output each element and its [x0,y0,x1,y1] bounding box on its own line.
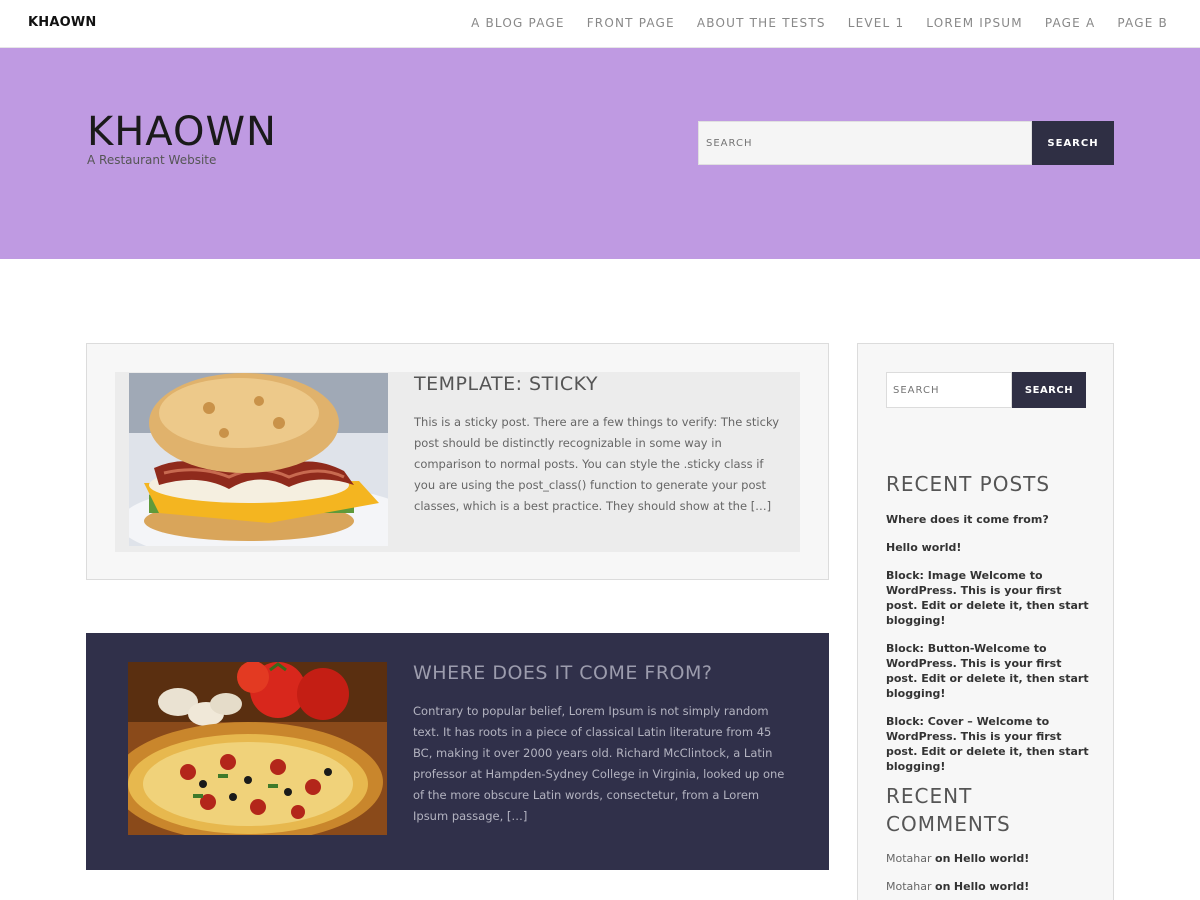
recent-post-link[interactable]: Block: Cover – Welcome to WordPress. Thi… [886,714,1096,774]
sidebar-search-form: SEARCH [886,372,1086,408]
nav-item-lorem-ipsum[interactable]: LOREM IPSUM [926,16,1023,30]
recent-post-link[interactable]: Block: Button-Welcome to WordPress. This… [886,641,1096,701]
post-card: WHERE DOES IT COME FROM? Contrary to pop… [86,633,829,870]
nav-item-a-blog-page[interactable]: A BLOG PAGE [471,16,565,30]
comment-author: Motahar [886,852,932,865]
sidebar-search-input[interactable] [886,372,1012,408]
nav-item-page-a[interactable]: PAGE A [1045,16,1096,30]
recent-comment-item: Motahar on Hello world! [886,879,1096,894]
site-description: A Restaurant Website [87,153,217,167]
site-title[interactable]: KHAOWN [87,110,277,154]
recent-posts-list: Where does it come from? Hello world! Bl… [886,512,1096,787]
nav-item-front-page[interactable]: FRONT PAGE [587,16,675,30]
comment-author: Motahar [886,880,932,893]
comment-post-link[interactable]: Hello world! [954,880,1029,893]
post-thumbnail-breakfast-sandwich[interactable] [129,373,388,546]
recent-post-link[interactable]: Where does it come from? [886,512,1096,527]
main-menu: A BLOG PAGE FRONT PAGE ABOUT THE TESTS L… [449,16,1168,30]
breakfast-sandwich-image [129,373,388,546]
recent-post-link[interactable]: Block: Image Welcome to WordPress. This … [886,568,1096,628]
nav-item-about-the-tests[interactable]: ABOUT THE TESTS [697,16,826,30]
post-title[interactable]: TEMPLATE: STICKY [414,373,598,395]
post-excerpt: This is a sticky post. There are a few t… [414,415,780,513]
recent-post-link[interactable]: Hello world! [886,540,1096,555]
top-navigation-bar: KHAOWN A BLOG PAGE FRONT PAGE ABOUT THE … [0,0,1200,48]
recent-comments-list: Motahar on Hello world! Motahar on Hello… [886,851,1096,900]
nav-item-page-b[interactable]: PAGE B [1117,16,1168,30]
comment-post-link[interactable]: Hello world! [954,852,1029,865]
post-thumbnail-pizza[interactable] [128,662,387,835]
post-title[interactable]: WHERE DOES IT COME FROM? [413,662,713,684]
brand-logo-text[interactable]: KHAOWN [28,15,97,30]
recent-posts-heading: RECENT POSTS [886,472,1051,496]
recent-comment-item: Motahar on Hello world! [886,851,1096,866]
post-excerpt: Contrary to popular belief, Lorem Ipsum … [413,704,785,823]
pizza-image [128,662,387,835]
post-card-sticky: TEMPLATE: STICKY This is a sticky post. … [86,343,829,580]
hero-search-input[interactable] [698,121,1032,165]
sidebar-search-button[interactable]: SEARCH [1012,372,1086,408]
hero-search-button[interactable]: SEARCH [1032,121,1114,165]
comment-on-text: on [935,880,951,893]
nav-item-level-1[interactable]: LEVEL 1 [848,16,905,30]
sidebar: SEARCH RECENT POSTS Where does it come f… [857,343,1114,900]
comment-on-text: on [935,852,951,865]
recent-comments-heading: RECENT COMMENTS [886,784,1011,836]
hero-banner: KHAOWN A Restaurant Website SEARCH [0,48,1200,259]
hero-search-form: SEARCH [698,121,1114,165]
